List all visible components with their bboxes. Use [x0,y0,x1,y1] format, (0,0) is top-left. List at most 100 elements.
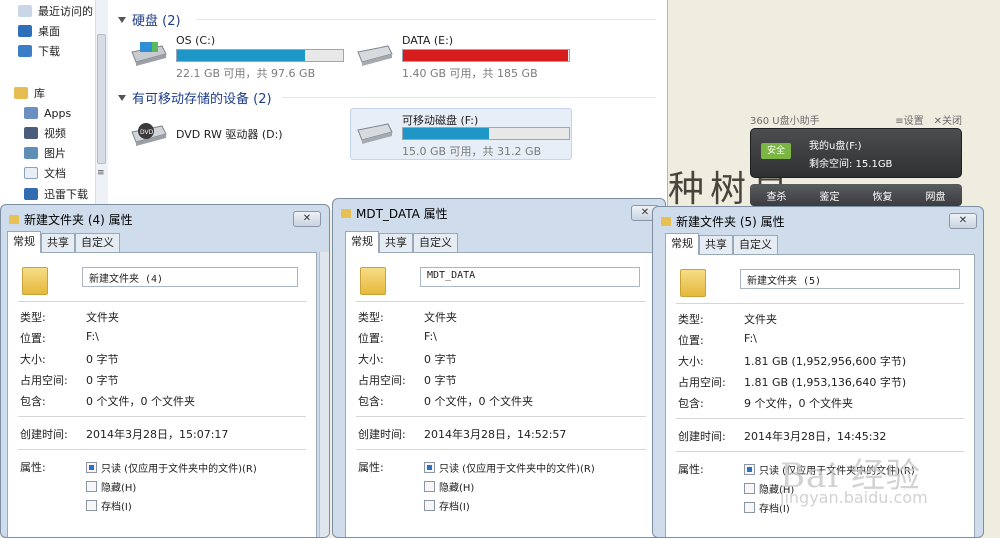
close-helper-button[interactable]: ✕关闭 [934,112,962,127]
archive-checkbox[interactable]: 存档(I) [86,498,132,513]
general-tab-panel: MDT_DATA 类型: 文件夹 位置: F:\ 大小: 0 字节 占用空间: … [345,252,657,537]
separator [18,416,306,417]
section-removable[interactable]: 有可移动存储的设备 (2) [118,88,272,107]
general-tab-panel: 新建文件夹 (4) 类型: 文件夹 位置: F:\ 大小: 0 字节 占用空间:… [7,252,317,537]
tab-general[interactable]: 常规 [7,231,41,253]
collapse-arrow-icon [118,94,126,101]
identify-button[interactable]: 鉴定 [820,188,840,203]
folder-icon [341,209,351,218]
folder-large-icon [360,267,386,295]
checkbox[interactable] [86,481,97,492]
cloud-disk-button[interactable]: 网盘 [926,188,946,203]
library-icon [14,87,28,99]
watermark-url: jingyan.baidu.com [780,488,928,507]
checkbox-indeterminate[interactable] [86,462,97,473]
folder-name-field[interactable]: 新建文件夹 (5) [740,269,960,289]
xunlei-download-icon [24,188,38,200]
properties-dialog-folder4: 新建文件夹 (4) 属性 ✕ 常规 共享 自定义 新建文件夹 (4) 类型: 文… [0,204,330,538]
tab-sharing[interactable]: 共享 [379,233,413,253]
tab-general[interactable]: 常规 [345,231,379,253]
folder-name-field[interactable]: 新建文件夹 (4) [82,267,298,287]
usb-helper-title: 360 U盘小助手 [750,115,820,127]
separator [18,301,306,302]
document-library-icon [24,167,38,179]
usb-helper-widget: 360 U盘小助手 ≡设置 ✕关闭 安全 我的u盘(F:) 剩余空间: 15.1… [750,110,962,206]
drive-f[interactable]: 可移动磁盘 (F:) 15.0 GB 可用，共 31.2 GB [354,112,574,158]
settings-button[interactable]: ≡设置 [895,112,923,127]
folder-large-icon [680,269,706,297]
nav-item-pictures[interactable]: 图片 [24,144,66,162]
separator [356,449,646,450]
recent-places-icon [18,5,32,17]
section-hard-disks[interactable]: 硬盘 (2) [118,10,181,29]
removable-disk-icon [357,123,393,144]
section-divider [282,97,656,98]
nav-item-desktop[interactable]: 桌面 [18,22,60,40]
separator [676,303,964,304]
usb-action-bar: 查杀 鉴定 恢复 网盘 [750,184,962,206]
drive-e[interactable]: DATA (E:) 1.40 GB 可用，共 185 GB [354,34,574,80]
hard-drive-icon [131,42,167,66]
tab-sharing[interactable]: 共享 [41,233,75,253]
restore-button[interactable]: 恢复 [873,188,893,203]
checkbox[interactable] [86,500,97,511]
properties-dialog-mdt-data: MDT_DATA 属性 ✕ 常规 共享 自定义 MDT_DATA 类型: 文件夹… [332,198,666,538]
readonly-checkbox[interactable]: 只读 (仅应用于文件夹中的文件)(R) [86,460,257,475]
tab-sharing[interactable]: 共享 [699,235,733,255]
checkbox-indeterminate[interactable] [744,464,755,475]
tab-customize[interactable]: 自定义 [413,233,458,253]
dialog-title: 新建文件夹 (5) 属性 [661,213,785,230]
nav-scroll-grip: ≡ [97,168,105,178]
section-divider [196,19,656,20]
archive-checkbox[interactable]: 存档(I) [424,498,470,513]
hidden-checkbox[interactable]: 隐藏(H) [86,479,136,494]
collapse-arrow-icon [118,16,126,23]
drive-usage-bar [402,49,570,62]
close-button[interactable]: ✕ [949,213,977,229]
picture-library-icon [24,147,38,159]
tab-strip: 常规 共享 自定义 [665,233,778,255]
nav-item-videos[interactable]: 视频 [24,124,66,142]
explorer-window: 最近访问的 桌面 下载 库 Apps 视频 图片 文档 迅雷下载 ≡ 硬盘 (2… [0,0,668,210]
checkbox[interactable] [744,483,755,494]
dialog-title: MDT_DATA 属性 [341,205,448,222]
nav-item-documents[interactable]: 文档 [24,164,66,182]
checkbox[interactable] [424,481,435,492]
download-folder-icon [18,45,32,57]
separator [676,418,964,419]
checkbox[interactable] [424,500,435,511]
checkbox[interactable] [744,502,755,513]
usb-free-space: 剩余空间: 15.1GB [809,159,893,170]
separator [356,301,646,302]
separator [356,416,646,417]
dialog-side-edge [319,252,329,537]
apps-library-icon [24,107,38,119]
close-button[interactable]: ✕ [293,211,321,227]
checkbox-indeterminate[interactable] [424,462,435,473]
dvd-drive-icon: DVD [131,123,167,146]
hard-drive-icon [357,45,393,66]
drive-usage-fill [403,128,490,139]
tab-customize[interactable]: 自定义 [733,235,778,255]
nav-item-downloads[interactable]: 下载 [18,42,60,60]
tab-general[interactable]: 常规 [665,233,699,255]
nav-scrollbar-thumb[interactable] [97,34,106,164]
drive-c[interactable]: OS (C:) 22.1 GB 可用，共 97.6 GB [128,34,348,80]
tab-strip: 常规 共享 自定义 [345,231,458,253]
hidden-checkbox[interactable]: 隐藏(H) [424,479,474,494]
usb-disk-panel[interactable]: 安全 我的u盘(F:) 剩余空间: 15.1GB [750,128,962,178]
svg-text:DVD: DVD [140,129,154,136]
tab-customize[interactable]: 自定义 [75,233,120,253]
drive-usage-bar [176,49,344,62]
content-pane: 硬盘 (2) OS (C:) 22.1 GB 可用，共 97.6 GB DATA… [110,0,668,210]
nav-item-libraries[interactable]: 库 [14,84,45,102]
nav-item-xunlei[interactable]: 迅雷下载 [24,185,88,203]
readonly-checkbox[interactable]: 只读 (仅应用于文件夹中的文件)(R) [424,460,595,475]
drive-usage-fill [177,50,306,61]
drive-usage-fill [403,50,568,61]
nav-item-apps[interactable]: Apps [24,104,71,122]
scan-button[interactable]: 查杀 [767,188,787,203]
folder-name-field[interactable]: MDT_DATA [420,267,640,287]
drive-dvd[interactable]: DVD DVD RW 驱动器 (D:) [128,114,328,160]
nav-item-recent[interactable]: 最近访问的 [18,2,93,20]
